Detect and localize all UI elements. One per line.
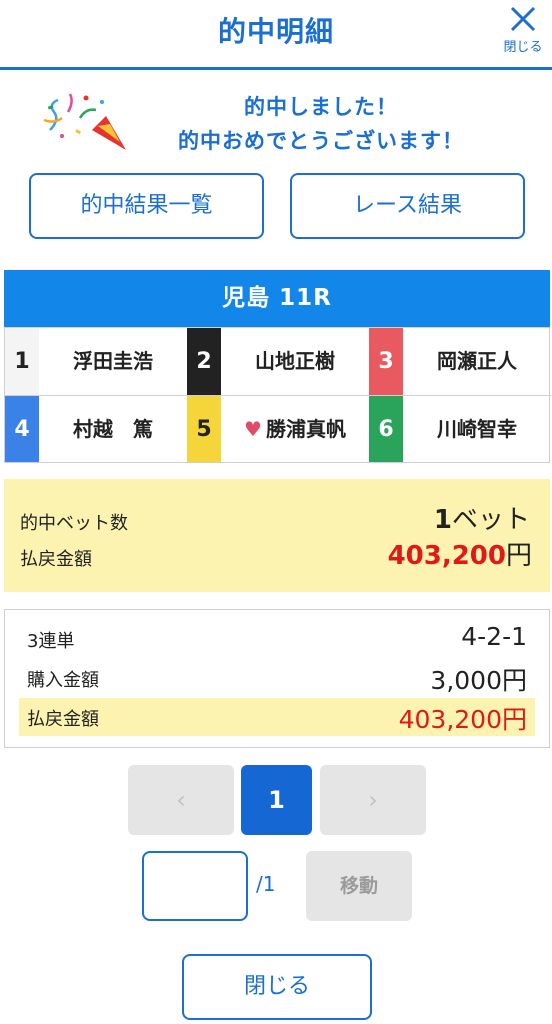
bet-detail: 3連単 4-2-1 購入金額 3,000円 払戻金額 403,200円	[4, 609, 550, 748]
race-title: 児島 11R	[4, 270, 550, 327]
detail-payout-amount: 403,200円	[398, 705, 527, 734]
bet-type-label: 3連単	[27, 631, 75, 652]
bet-count-value: 1ベット	[434, 499, 530, 536]
bet-count: 1	[433, 505, 452, 535]
congrats-line-2: 的中おめでとうございます！	[178, 129, 464, 153]
racer-number-5: 5	[187, 396, 221, 462]
payout-label: 払戻金額	[20, 549, 92, 570]
bet-unit: ベット	[451, 505, 530, 535]
racer-4: 4 村越 篤	[5, 395, 187, 462]
racer-1: 1 浮田圭浩	[5, 328, 187, 395]
racer-6: 6 川崎智幸	[369, 395, 551, 462]
racer-3: 3 岡瀬正人	[369, 328, 551, 395]
racer-number-6: 6	[369, 396, 403, 462]
next-page-button[interactable]: ›	[320, 765, 426, 835]
racer-name-5-wrap: ♥ 勝浦真帆	[221, 396, 369, 462]
racer-name-5: 勝浦真帆	[265, 417, 346, 441]
purchase-amount: 3,000円	[430, 666, 527, 695]
bet-count-label: 的中ベット数	[20, 513, 128, 534]
racer-name-3: 岡瀬正人	[437, 349, 517, 373]
close-button[interactable]: 閉じる	[182, 954, 372, 1020]
move-button[interactable]: 移動	[306, 851, 412, 921]
racer-number-1: 1	[5, 328, 39, 395]
page-number-input[interactable]	[142, 851, 248, 921]
yen-unit: 円	[505, 541, 532, 571]
close-icon	[510, 6, 536, 32]
congrats-banner: 的中しました！ 的中おめでとうございます！	[0, 86, 552, 156]
bet-combination: 4-2-1	[461, 622, 527, 651]
race-result-button[interactable]: レース結果	[290, 173, 525, 239]
payout-amount: 403,200	[387, 541, 506, 571]
hits-list-button[interactable]: 的中結果一覧	[29, 173, 264, 239]
racer-2: 2 山地正樹	[187, 328, 369, 395]
racer-name-1: 浮田圭浩	[73, 349, 153, 373]
purchase-label: 購入金額	[27, 670, 99, 691]
header-close-label: 閉じる	[503, 40, 543, 55]
header-close-button[interactable]: 閉じる	[500, 4, 546, 60]
racer-number-3: 3	[369, 328, 403, 395]
detail-payout-row: 払戻金額 403,200円	[19, 698, 535, 736]
hit-summary: 的中ベット数 払戻金額 1ベット 403,200円	[4, 479, 550, 592]
racer-name-6: 川崎智幸	[437, 417, 517, 441]
bet-type-row: 3連単 4-2-1	[19, 620, 535, 658]
racer-number-4: 4	[5, 396, 39, 462]
detail-payout-label: 払戻金額	[27, 709, 99, 730]
racer-grid: 1 浮田圭浩 2 山地正樹 3 岡瀬正人 4 村越 篤 5 ♥ 勝浦真帆 6 川崎…	[4, 327, 551, 463]
racer-name-2: 山地正樹	[255, 349, 335, 373]
page-1-button[interactable]: 1	[241, 765, 312, 835]
page-total: /1	[256, 872, 276, 896]
racer-number-2: 2	[187, 328, 221, 395]
page-title: 的中明細	[217, 15, 334, 48]
racer-name-4: 村越 篤	[73, 417, 153, 441]
heart-icon: ♥	[244, 417, 262, 441]
payout-value: 403,200円	[388, 535, 532, 572]
racer-5: 5 ♥ 勝浦真帆	[187, 395, 369, 462]
header-bar: 的中明細 閉じる	[0, 0, 552, 70]
purchase-row: 購入金額 3,000円	[19, 659, 535, 697]
congrats-line-1: 的中しました！	[244, 95, 398, 119]
prev-page-button[interactable]: ‹	[128, 765, 234, 835]
